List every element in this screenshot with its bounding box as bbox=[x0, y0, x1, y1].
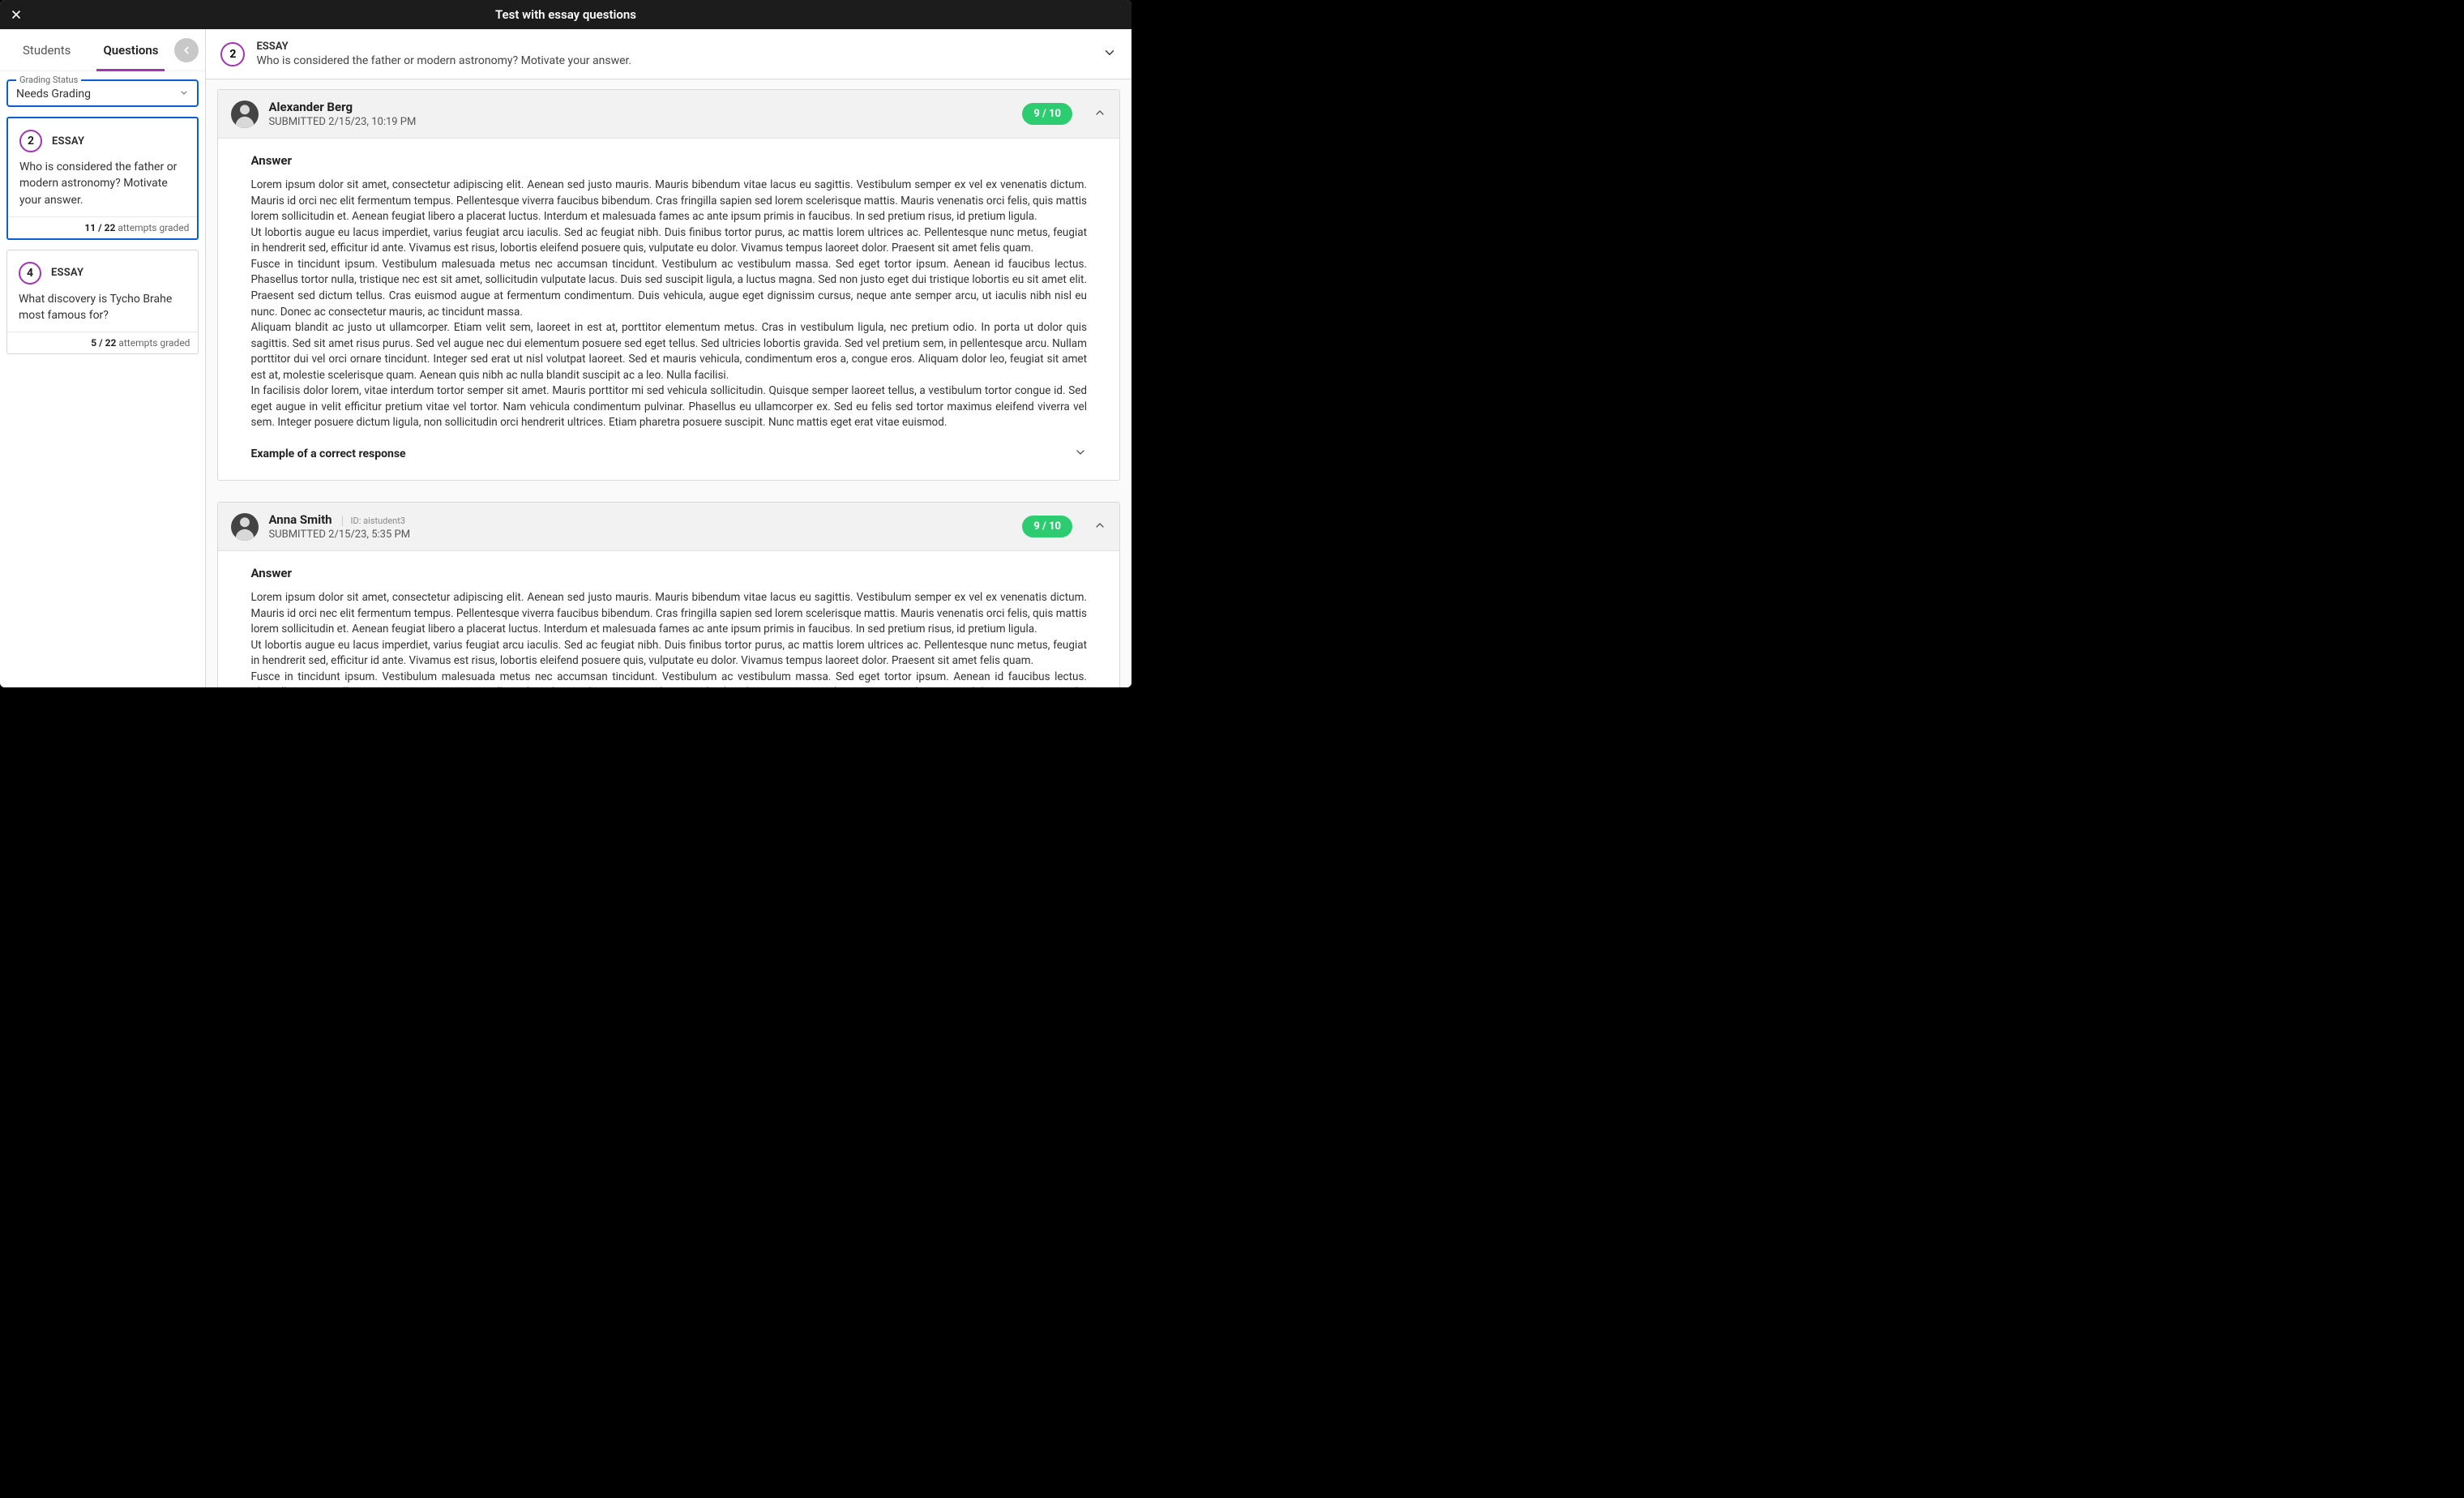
chevron-up-icon bbox=[1093, 520, 1106, 535]
submission-card: Anna Smith ID: aistudent3 SUBMITTED 2/15/2… bbox=[217, 502, 1120, 687]
chevron-down-icon bbox=[179, 86, 189, 101]
answer-heading: Answer bbox=[250, 153, 1087, 168]
grading-status-legend: Grading Status bbox=[16, 75, 81, 85]
avatar bbox=[231, 101, 259, 128]
question-card[interactable]: 4 ESSAY What discovery is Tycho Brahe most… bbox=[6, 250, 199, 355]
main-area: 2 ESSAY Who is considered the father or … bbox=[206, 29, 1131, 687]
score-chip[interactable]: 9 / 10 bbox=[1022, 103, 1072, 125]
chevron-down-icon bbox=[1074, 446, 1087, 462]
submitted-timestamp: SUBMITTED 2/15/23, 10:19 PM bbox=[268, 116, 1012, 128]
page-title: Test with essay questions bbox=[0, 7, 1131, 22]
example-response-toggle[interactable]: Example of a correct response bbox=[250, 446, 1087, 462]
chevron-up-icon bbox=[1093, 107, 1106, 122]
submission-header: Alexander Berg SUBMITTED 2/15/23, 10:19 P… bbox=[218, 90, 1119, 139]
submission-header: Anna Smith ID: aistudent3 SUBMITTED 2/15/2… bbox=[218, 503, 1119, 551]
score-chip[interactable]: 9 / 10 bbox=[1022, 516, 1072, 537]
close-icon bbox=[10, 8, 23, 21]
grading-status-value: Needs Grading bbox=[16, 88, 189, 101]
titlebar: Test with essay questions bbox=[0, 0, 1131, 29]
example-response-label: Example of a correct response bbox=[250, 447, 405, 460]
question-list: 2 ESSAY Who is considered the father or mo… bbox=[0, 110, 205, 361]
grading-status-select[interactable]: Grading Status Needs Grading bbox=[6, 79, 199, 107]
tab-questions[interactable]: Questions bbox=[87, 29, 174, 71]
student-name: Anna Smith bbox=[268, 512, 332, 527]
student-id: ID: aistudent3 bbox=[342, 516, 406, 526]
collapse-submission-button[interactable] bbox=[1093, 106, 1106, 122]
sidebar: Students Questions Grading Status Needs … bbox=[0, 29, 206, 687]
answer-heading: Answer bbox=[250, 566, 1087, 580]
answer-body: Lorem ipsum dolor sit amet, consectetur … bbox=[250, 178, 1087, 431]
question-number-badge: 4 bbox=[19, 262, 41, 285]
submissions-list[interactable]: Alexander Berg SUBMITTED 2/15/23, 10:19 P… bbox=[206, 79, 1131, 687]
question-preview-text: Who is considered the father or modern a… bbox=[8, 157, 197, 216]
sidebar-filters: Grading Status Needs Grading bbox=[0, 71, 205, 110]
question-number-badge: 2 bbox=[220, 42, 245, 66]
question-type-label: ESSAY bbox=[256, 41, 1091, 53]
submission-card: Alexander Berg SUBMITTED 2/15/23, 10:19 P… bbox=[217, 89, 1120, 481]
question-number-badge: 2 bbox=[19, 130, 42, 152]
question-graded-count: 11 / 22 attempts graded bbox=[8, 216, 197, 238]
question-type-label: ESSAY bbox=[52, 135, 84, 148]
question-card[interactable]: 2 ESSAY Who is considered the father or mo… bbox=[6, 117, 199, 240]
student-name: Alexander Berg bbox=[268, 100, 353, 114]
collapse-submission-button[interactable] bbox=[1093, 519, 1106, 535]
tab-students[interactable]: Students bbox=[6, 29, 87, 71]
chevron-left-icon bbox=[181, 45, 192, 56]
answer-body: Lorem ipsum dolor sit amet, consectetur … bbox=[250, 590, 1087, 687]
question-type-label: ESSAY bbox=[51, 267, 83, 279]
collapse-sidebar-button[interactable] bbox=[174, 38, 199, 62]
close-button[interactable] bbox=[6, 5, 26, 24]
sidebar-tabs: Students Questions bbox=[0, 29, 205, 71]
chevron-down-icon bbox=[1102, 45, 1117, 63]
question-text: Who is considered the father or modern a… bbox=[256, 54, 1091, 67]
question-preview-text: What discovery is Tycho Brahe most famou… bbox=[7, 289, 198, 332]
current-question-header[interactable]: 2 ESSAY Who is considered the father or … bbox=[206, 29, 1131, 79]
question-graded-count: 5 / 22 attempts graded bbox=[7, 332, 198, 353]
avatar bbox=[231, 513, 259, 541]
submitted-timestamp: SUBMITTED 2/15/23, 5:35 PM bbox=[268, 529, 1012, 541]
